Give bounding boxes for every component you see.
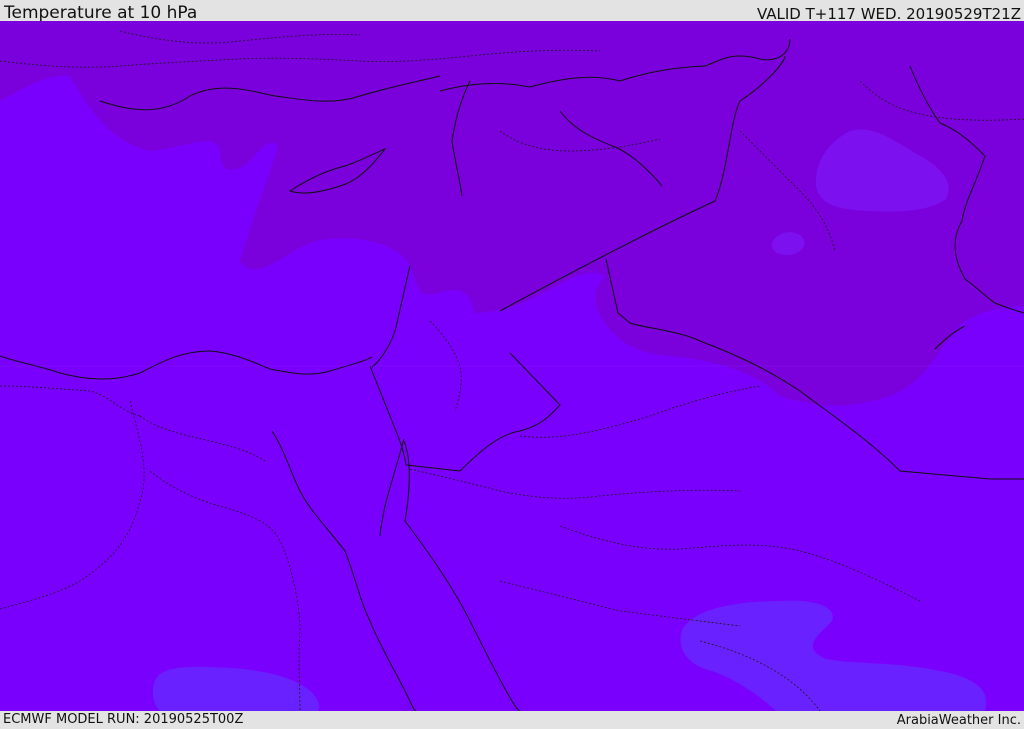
footer-bar: ECMWF MODEL RUN: 20190525T00Z ArabiaWeat…: [0, 711, 1024, 729]
header-bar: Temperature at 10 hPa VALID T+117 WED. 2…: [0, 0, 1024, 23]
map-title: Temperature at 10 hPa: [4, 3, 198, 23]
map-svg: [0, 21, 1024, 711]
map-canvas: [0, 21, 1024, 711]
credit-label: ArabiaWeather Inc.: [896, 713, 1021, 728]
model-run-label: ECMWF MODEL RUN: 20190525T00Z: [3, 712, 244, 727]
map-frame: Temperature at 10 hPa VALID T+117 WED. 2…: [0, 0, 1024, 729]
